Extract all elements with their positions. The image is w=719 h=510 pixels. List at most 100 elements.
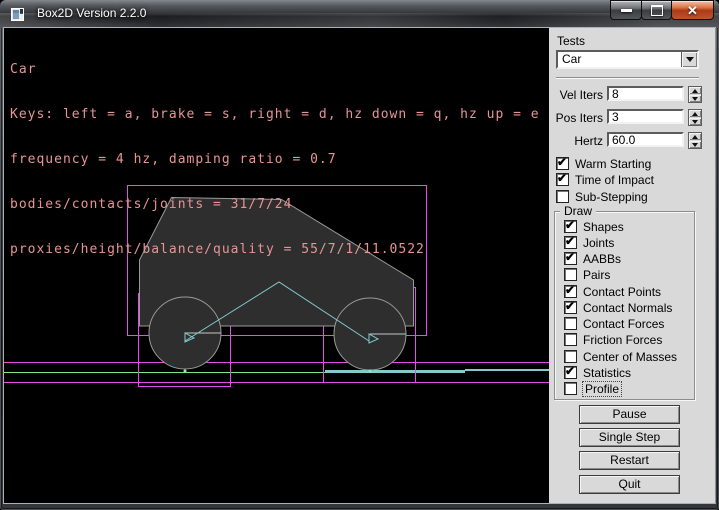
checkbox-label: Pairs — [583, 268, 610, 282]
close-icon: ✕ — [687, 4, 698, 17]
checkbox-box: ✔ — [564, 350, 577, 363]
checkbox-box: ✔ — [564, 252, 577, 265]
checkbox-label: Shapes — [583, 220, 624, 234]
checkbox-joints[interactable]: ✔ Joints — [564, 236, 614, 249]
check-icon: ✔ — [557, 155, 567, 169]
right-contact-point — [369, 370, 372, 373]
pos-iters-row: Pos Iters — [549, 109, 709, 126]
check-icon: ✔ — [565, 299, 575, 313]
spinner-down-icon — [692, 97, 698, 101]
hertz-row: Hertz — [549, 132, 709, 149]
pos-iters-input[interactable] — [607, 109, 684, 124]
quit-button[interactable]: Quit — [579, 475, 680, 494]
dropdown-arrow-button[interactable] — [681, 52, 697, 67]
single-step-button[interactable]: Single Step — [579, 428, 680, 447]
spinner-up-button[interactable] — [689, 110, 701, 117]
checkbox-label: Contact Normals — [583, 301, 672, 315]
checkbox-contact-normals[interactable]: ✔ Contact Normals — [564, 301, 672, 314]
minimize-button[interactable] — [610, 0, 642, 20]
check-icon: ✔ — [565, 234, 575, 248]
spinner-down-button[interactable] — [689, 141, 701, 148]
left-contact-point — [184, 370, 187, 373]
spinner-down-button[interactable] — [689, 95, 701, 102]
checkbox-box: ✔ — [564, 317, 577, 330]
stats-bodies-text: bodies/contacts/joints = 31/7/24 — [10, 197, 540, 212]
checkbox-label: Contact Forces — [583, 317, 664, 331]
draw-group-legend: Draw — [560, 204, 596, 218]
separator — [556, 77, 699, 79]
checkbox-sub-stepping[interactable]: ✔ Sub-Stepping — [556, 190, 648, 203]
hertz-input[interactable] — [607, 132, 684, 147]
checkbox-box: ✔ — [556, 157, 569, 170]
debug-text-overlay: Car Keys: left = a, brake = s, right = d… — [10, 32, 540, 287]
vel-iters-input[interactable] — [607, 86, 684, 101]
checkbox-label: Joints — [583, 236, 614, 250]
simulation-canvas[interactable]: Car Keys: left = a, brake = s, right = d… — [4, 28, 549, 503]
vel-iters-label: Vel Iters — [549, 88, 603, 102]
hertz-label: Hertz — [549, 134, 603, 148]
checkbox-statistics[interactable]: ✔ Statistics — [564, 366, 631, 379]
checkbox-warm-starting[interactable]: ✔ Warm Starting — [556, 157, 651, 170]
checkbox-box: ✔ — [564, 366, 577, 379]
chevron-down-icon — [686, 57, 694, 62]
tests-dropdown[interactable]: Car — [556, 50, 699, 69]
checkbox-center-of-masses[interactable]: ✔ Center of Masses — [564, 350, 677, 363]
checkbox-contact-forces[interactable]: ✔ Contact Forces — [564, 317, 664, 330]
keys-help-text: Keys: left = a, brake = s, right = d, hz… — [10, 107, 540, 122]
checkbox-label: AABBs — [583, 252, 621, 266]
checkbox-shapes[interactable]: ✔ Shapes — [564, 220, 624, 233]
checkbox-box: ✔ — [564, 382, 577, 395]
client-area: Car Keys: left = a, brake = s, right = d… — [4, 28, 715, 503]
check-icon: ✔ — [565, 283, 575, 297]
check-icon: ✔ — [557, 171, 567, 185]
check-icon: ✔ — [565, 364, 575, 378]
title-bar[interactable]: Box2D Version 2.2.0 ✕ — [0, 0, 719, 28]
checkbox-box: ✔ — [564, 333, 577, 346]
spinner-down-icon — [692, 143, 698, 147]
maximize-button[interactable] — [641, 0, 672, 20]
control-panel: Tests Car Vel Iters Pos Iters — [549, 28, 716, 503]
spinner-down-icon — [692, 120, 698, 124]
stats-proxies-text: proxies/height/balance/quality = 55/7/1/… — [10, 242, 540, 257]
spinner-up-icon — [692, 89, 698, 93]
tests-label: Tests — [557, 34, 585, 48]
hertz-spinner — [688, 132, 702, 149]
checkbox-aabbs[interactable]: ✔ AABBs — [564, 252, 621, 265]
restart-button[interactable]: Restart — [579, 451, 680, 470]
pause-button[interactable]: Pause — [579, 405, 680, 424]
checkbox-box: ✔ — [564, 236, 577, 249]
checkbox-box: ✔ — [564, 220, 577, 233]
checkbox-time-of-impact[interactable]: ✔ Time of Impact — [556, 173, 654, 186]
checkbox-label: Time of Impact — [575, 173, 654, 187]
checkbox-contact-points[interactable]: ✔ Contact Points — [564, 285, 661, 298]
check-icon: ✔ — [565, 218, 575, 232]
pos-iters-spinner — [688, 109, 702, 126]
vel-iters-spinner — [688, 86, 702, 103]
spinner-down-button[interactable] — [689, 118, 701, 125]
window-controls: ✕ — [611, 0, 714, 20]
spinner-up-icon — [692, 112, 698, 116]
checkbox-label: Sub-Stepping — [575, 190, 648, 204]
checkbox-label: Statistics — [583, 366, 631, 380]
checkbox-label: Profile — [583, 382, 621, 396]
test-name-text: Car — [10, 62, 540, 77]
checkbox-label: Warm Starting — [575, 157, 651, 171]
checkbox-box: ✔ — [556, 173, 569, 186]
checkbox-label: Contact Points — [583, 285, 661, 299]
checkbox-box: ✔ — [564, 268, 577, 281]
checkbox-label: Center of Masses — [583, 350, 677, 364]
app-window: Box2D Version 2.2.0 ✕ — [0, 0, 719, 510]
checkbox-pairs[interactable]: ✔ Pairs — [564, 268, 610, 281]
spinner-up-button[interactable] — [689, 87, 701, 94]
checkbox-box: ✔ — [564, 301, 577, 314]
tests-dropdown-value: Car — [562, 52, 581, 67]
vel-iters-row: Vel Iters — [549, 86, 709, 103]
close-button[interactable]: ✕ — [671, 0, 714, 20]
maximize-icon — [651, 5, 663, 16]
checkbox-friction-forces[interactable]: ✔ Friction Forces — [564, 333, 662, 346]
minimize-icon — [621, 9, 632, 12]
frequency-text: frequency = 4 hz, damping ratio = 0.7 — [10, 152, 540, 167]
spinner-up-button[interactable] — [689, 133, 701, 140]
check-icon: ✔ — [565, 250, 575, 264]
checkbox-profile[interactable]: ✔ Profile — [564, 382, 621, 395]
